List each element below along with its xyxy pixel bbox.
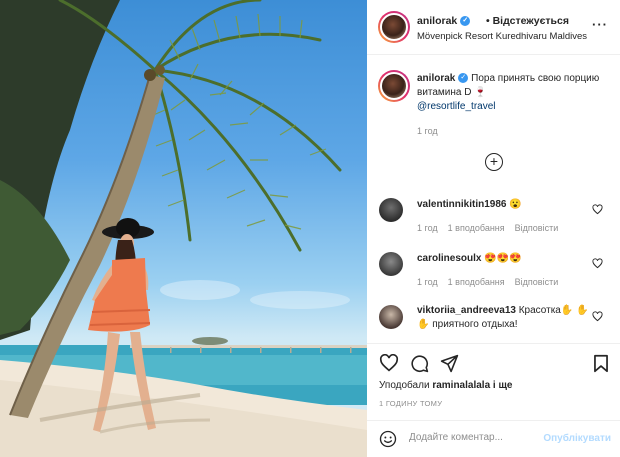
caption-author-username[interactable]: anilorak [417, 73, 455, 84]
comment-likes[interactable]: 1 вподобання [448, 277, 505, 287]
likes-prefix: Уподобали [379, 380, 430, 391]
heart-icon[interactable] [592, 204, 603, 215]
caption-timestamp[interactable]: 1 год [417, 126, 438, 136]
caption-author-avatar[interactable] [378, 70, 410, 102]
comment-reply-button[interactable]: Відповісти [515, 277, 559, 287]
add-comment-form: Опублікувати [367, 420, 620, 457]
comment-text: viktoriia_andreeva13 Красотка✋ ✋✋ приятн… [417, 304, 592, 332]
post-location[interactable]: Mövenpick Resort Kuredhivaru Maldives [417, 31, 587, 42]
comment-input[interactable] [409, 432, 539, 443]
post-time-ago[interactable]: 1 ГОДИНУ ТОМУ [379, 399, 442, 408]
comment-meta: 1 год 1 вподобання Відповісти [417, 223, 568, 233]
commenter-avatar[interactable] [379, 305, 403, 329]
beach-palm-photo [0, 0, 367, 457]
plus-circle-icon[interactable]: + [485, 153, 503, 171]
likes-user-link[interactable]: raminalalala [432, 380, 490, 391]
commenter-avatar[interactable] [379, 198, 403, 222]
heart-icon[interactable] [592, 311, 603, 322]
comment-bubble-icon[interactable] [410, 354, 429, 373]
comment-likes[interactable]: 1 вподобання [448, 223, 505, 233]
publish-button[interactable]: Опублікувати [543, 433, 611, 444]
commenter-avatar[interactable] [379, 252, 403, 276]
post-sidebar: anilorak ✓ • Відстежується Mövenpick Reso… [367, 0, 620, 457]
comment-username[interactable]: viktoriia_andreeva13 [417, 305, 516, 316]
verified-badge-icon: ✓ [458, 73, 469, 84]
caption-mention-link[interactable]: @resortlife_travel [417, 101, 496, 112]
smiley-face-icon[interactable] [379, 430, 397, 448]
comment-username[interactable]: valentinnikitin1986 [417, 199, 506, 210]
action-bar [367, 343, 620, 375]
bookmark-icon[interactable] [593, 354, 609, 373]
comment-username[interactable]: carolinesoulx [417, 253, 481, 264]
post-header: anilorak ✓ • Відстежується Mövenpick Reso… [367, 0, 620, 55]
comment-reply-button[interactable]: Відповісти [515, 223, 559, 233]
paper-plane-icon[interactable] [440, 354, 459, 373]
heart-icon[interactable] [379, 354, 399, 372]
likes-summary: Уподобали raminalalala і ще [379, 380, 512, 391]
comment-body: 😮 [509, 199, 522, 210]
comment-time[interactable]: 1 год [417, 277, 438, 287]
likes-others-link[interactable]: і ще [493, 380, 513, 391]
author-avatar[interactable] [378, 11, 410, 43]
author-username[interactable]: anilorak [417, 15, 457, 27]
comment-text: carolinesoulx 😍😍😍 [417, 252, 592, 266]
comment-text: valentinnikitin1986 😮 [417, 198, 592, 212]
comment-body: 😍😍😍 [484, 253, 522, 264]
post-photo[interactable] [0, 0, 367, 457]
heart-icon[interactable] [592, 258, 603, 269]
comment-meta: 1 год 1 вподобання Відповісти [417, 277, 568, 287]
more-options-icon[interactable]: ··· [592, 17, 608, 32]
author-username-row: anilorak ✓ [417, 15, 471, 27]
following-status[interactable]: • Відстежується [486, 15, 569, 27]
caption-text: anilorak ✓ Пора принять свою порцию витам… [417, 72, 607, 114]
verified-badge-icon: ✓ [460, 16, 471, 27]
comment-time[interactable]: 1 год [417, 223, 438, 233]
